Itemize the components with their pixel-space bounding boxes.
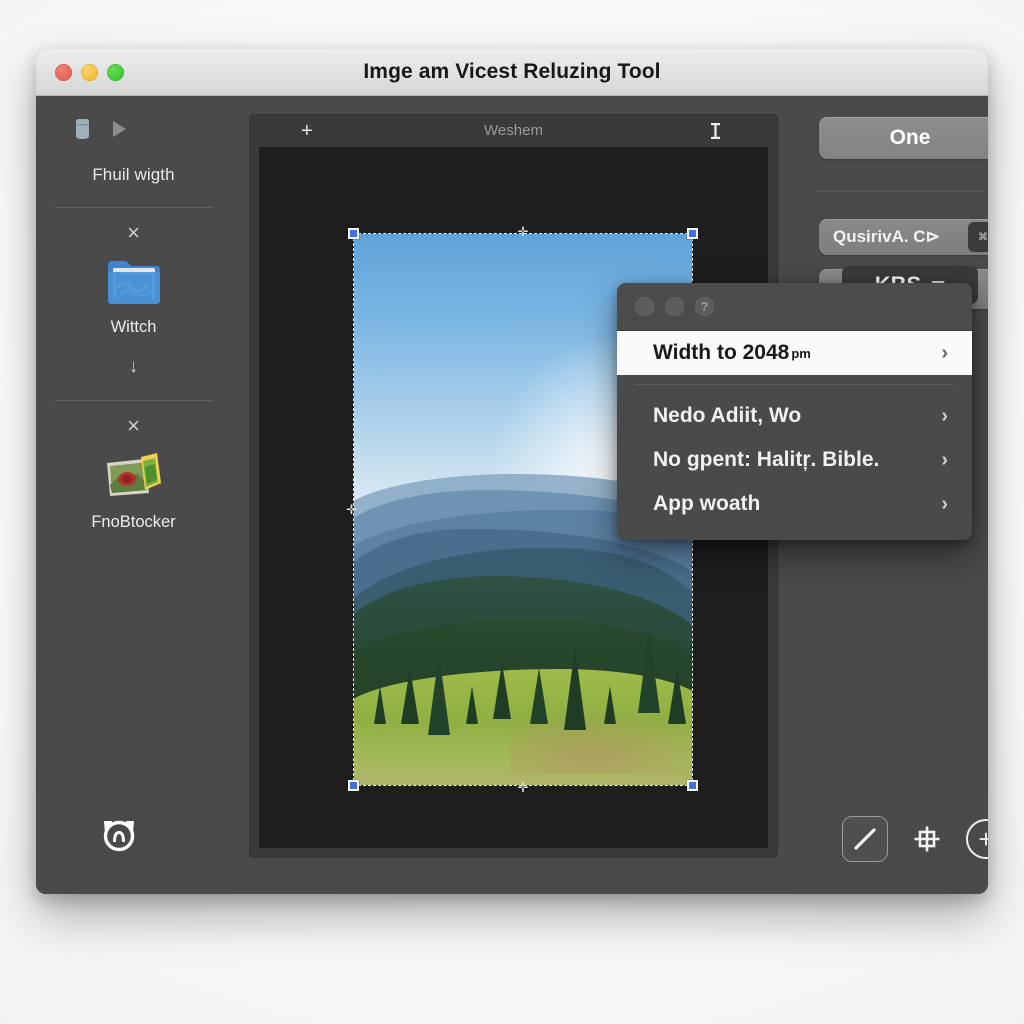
tree [374,686,387,725]
field-badge-icon[interactable]: ⌘ [968,222,988,252]
chevron-right-icon: › [941,492,948,515]
popup-titlebar: ? [617,283,972,331]
sidebar-bottom-tool[interactable] [100,815,138,858]
resize-handle-bottom[interactable]: ✛ [518,781,529,794]
download-arrow-icon[interactable]: ↓ [36,356,231,378]
text-ibeam-icon[interactable] [709,122,722,140]
quality-field[interactable]: QusirivA. C⊳ ⌘ [819,219,988,255]
alarm-clock-icon [100,820,138,857]
play-icon[interactable] [113,121,126,137]
window-title: Imge am Vicest Reluzing Tool [363,60,661,83]
chevron-right-icon: › [941,341,948,364]
grid-icon [914,826,940,852]
resize-handle-top-left[interactable] [348,228,359,239]
help-icon[interactable]: ? [695,297,714,316]
menu-item-width-to-2048[interactable]: Width to 2048 pm › [617,331,972,375]
menu-item-label: Width to 2048 [653,341,790,364]
chevron-right-icon: › [941,404,948,427]
resize-handle-left[interactable]: ✛ [346,503,357,516]
tree [604,686,617,725]
popup-close-button[interactable] [635,297,654,316]
tree [563,647,586,730]
resize-handle-bottom-left[interactable] [348,780,359,791]
tree [492,662,511,719]
menu-item-sublabel: pm [791,345,811,361]
menu-item-nedo-adiit-wo[interactable]: Nedo Adiit, Wo › [617,394,972,438]
context-popup: ? Width to 2048 pm › Nedo Adiit, Wo › No … [617,283,972,540]
menu-item-no-gpent[interactable]: No gpent: Halitŗ. Bible. › [617,438,972,482]
app-window: Imge am Vicest Reluzing Tool Fhuil wigth [36,49,988,894]
menu-separator [635,384,954,385]
sidebar: Fhuil wigth × Wittch ↓ × FnoBtocker [36,96,231,894]
resize-handle-top-right[interactable] [687,228,698,239]
grid-tool-button[interactable] [910,822,944,856]
tag-icon[interactable] [74,118,91,140]
sidebar-divider-1 [54,207,213,208]
panel-divider [819,191,988,192]
photo-icon [105,449,163,501]
sidebar-divider-2 [54,400,213,401]
sidebar-top-icons [36,112,231,146]
screen: Imge am Vicest Reluzing Tool Fhuil wigth [0,0,1024,1024]
tree [428,653,451,736]
tree [637,631,660,714]
resize-handle-bottom-right[interactable] [687,780,698,791]
folder-icon [106,256,162,306]
sidebar-item-wittch[interactable]: Wittch [36,256,231,337]
popup-minimize-button[interactable] [665,297,684,316]
canvas-toolbar: + Weshem [249,114,778,147]
tree [465,686,478,725]
panel-tools: + [842,816,988,862]
sidebar-heading: Fhuil wigth [92,165,175,184]
menu-item-label: Nedo Adiit, Wo [653,404,802,427]
tree [668,668,687,725]
window-titlebar: Imge am Vicest Reluzing Tool [36,49,988,96]
quality-field-value: QusirivA. C⊳ [833,227,940,246]
line-tool-button[interactable] [842,816,888,862]
chevron-right-icon: › [941,448,948,471]
sidebar-item-label: Wittch [110,318,157,336]
sidebar-item-0-close[interactable]: × [36,222,231,244]
menu-bottom-pad [617,526,972,540]
menu-item-label: App woath [653,492,761,515]
tree [401,668,420,725]
menu-item-app-woath[interactable]: App woath › [617,482,972,526]
sidebar-item-1-close[interactable]: × [36,415,231,437]
line-icon [854,828,876,850]
resize-handle-top[interactable]: ✛ [518,225,529,238]
canvas-title: Weshem [484,122,543,139]
menu-item-label: No gpent: Halitŗ. Bible. [653,448,880,471]
tree [529,668,548,725]
sidebar-item-fnobtocker[interactable]: FnoBtocker [36,449,231,532]
add-tool-button[interactable]: + [966,819,988,859]
one-button[interactable]: One [819,117,988,159]
sidebar-item-label: FnoBtocker [91,513,176,531]
